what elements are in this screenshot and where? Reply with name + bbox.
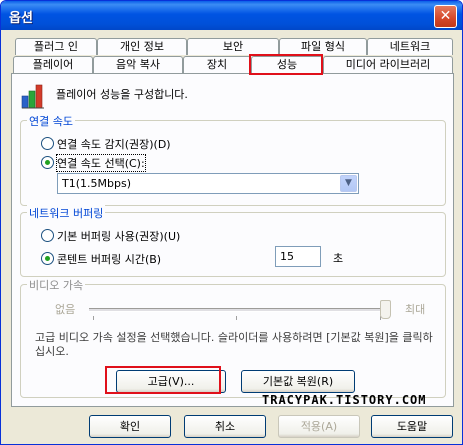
acceleration-slider-thumb[interactable] bbox=[380, 300, 391, 319]
advanced-button[interactable]: 고급(V)... bbox=[116, 370, 226, 393]
watermark-text: TRACYPAK.TISTORY.COM bbox=[262, 393, 427, 407]
default-buffering-label[interactable]: 기본 버퍼링 사용(권장)(U) bbox=[57, 228, 180, 244]
window-title: 옵션 bbox=[9, 11, 33, 26]
acceleration-slider-track[interactable] bbox=[89, 308, 385, 312]
tab-file-types[interactable]: 파일 형식 bbox=[279, 38, 367, 55]
buffering-seconds-input[interactable]: 15 bbox=[275, 246, 321, 267]
connection-speed-value: T1(1.5Mbps) bbox=[62, 177, 131, 190]
choose-speed-label[interactable]: 연결 속도 선택(C): bbox=[56, 154, 146, 172]
slider-max-label: 최대 bbox=[405, 303, 426, 316]
video-acceleration-legend: 비디오 가속 bbox=[27, 277, 86, 293]
detect-speed-label[interactable]: 연결 속도 감지(권장)(D) bbox=[57, 136, 171, 152]
close-button[interactable]: ✕ bbox=[434, 5, 457, 28]
tab-plugins[interactable]: 플러그 인 bbox=[15, 38, 97, 55]
performance-panel: 플레이어 성능을 구성합니다. 연결 속도 연결 속도 감지(권장)(D) 연결… bbox=[11, 73, 454, 407]
tab-player[interactable]: 플레이어 bbox=[13, 56, 93, 73]
ok-button[interactable]: 확인 bbox=[89, 415, 171, 438]
tab-rip-music[interactable]: 음악 복사 bbox=[93, 56, 183, 73]
slider-tick bbox=[93, 316, 94, 320]
cancel-button[interactable]: 취소 bbox=[184, 415, 266, 438]
content-buffering-radio[interactable] bbox=[41, 252, 54, 265]
help-button[interactable]: 도움말 bbox=[371, 415, 453, 438]
connection-speed-legend: 연결 속도 bbox=[27, 113, 75, 129]
connection-speed-select[interactable]: T1(1.5Mbps) ▼ bbox=[57, 173, 359, 194]
tab-security[interactable]: 보안 bbox=[187, 38, 279, 55]
tab-privacy[interactable]: 개인 정보 bbox=[97, 38, 187, 55]
network-buffering-group: 네트워크 버퍼링 기본 버퍼링 사용(권장)(U) 콘텐트 버퍼링 시간(B) … bbox=[20, 205, 446, 277]
acceleration-note: 고급 비디오 가속 설정을 선택했습니다. 슬라이더를 사용하려면 [기본값 복… bbox=[35, 331, 433, 358]
content-buffering-label[interactable]: 콘텐트 버퍼링 시간(B) bbox=[57, 251, 161, 267]
connection-speed-group: 연결 속도 연결 속도 감지(권장)(D) 연결 속도 선택(C): T1(1.… bbox=[20, 113, 446, 206]
tab-network[interactable]: 네트워크 bbox=[367, 38, 453, 55]
restore-defaults-button[interactable]: 기본값 복원(R) bbox=[241, 370, 355, 393]
panel-description: 플레이어 성능을 구성합니다. bbox=[56, 88, 188, 101]
chevron-down-icon[interactable]: ▼ bbox=[340, 175, 357, 192]
slider-min-label: 없음 bbox=[55, 303, 76, 316]
buffering-seconds-value: 15 bbox=[280, 250, 294, 263]
network-buffering-legend: 네트워크 버퍼링 bbox=[27, 205, 106, 221]
performance-chart-icon bbox=[21, 84, 44, 109]
slider-tick bbox=[236, 316, 237, 320]
title-bar[interactable]: 옵션 ✕ bbox=[1, 1, 462, 30]
options-dialog: 옵션 ✕ 플러그 인 개인 정보 보안 파일 형식 네트워크 플레이어 음악 복… bbox=[0, 0, 463, 445]
default-buffering-radio[interactable] bbox=[41, 229, 54, 242]
choose-speed-radio[interactable] bbox=[41, 156, 54, 169]
buffering-seconds-unit: 초 bbox=[333, 252, 344, 265]
tab-performance[interactable]: 성능 bbox=[251, 56, 323, 74]
tab-media-library[interactable]: 미디어 라이브러리 bbox=[323, 56, 453, 73]
video-acceleration-group: 비디오 가속 없음 최대 고급 비디오 가속 설정을 선택했습니다. 슬라이더를… bbox=[20, 277, 446, 398]
tab-devices[interactable]: 장치 bbox=[183, 56, 251, 73]
apply-button[interactable]: 적용(A) bbox=[278, 415, 360, 438]
detect-speed-radio[interactable] bbox=[41, 137, 54, 150]
